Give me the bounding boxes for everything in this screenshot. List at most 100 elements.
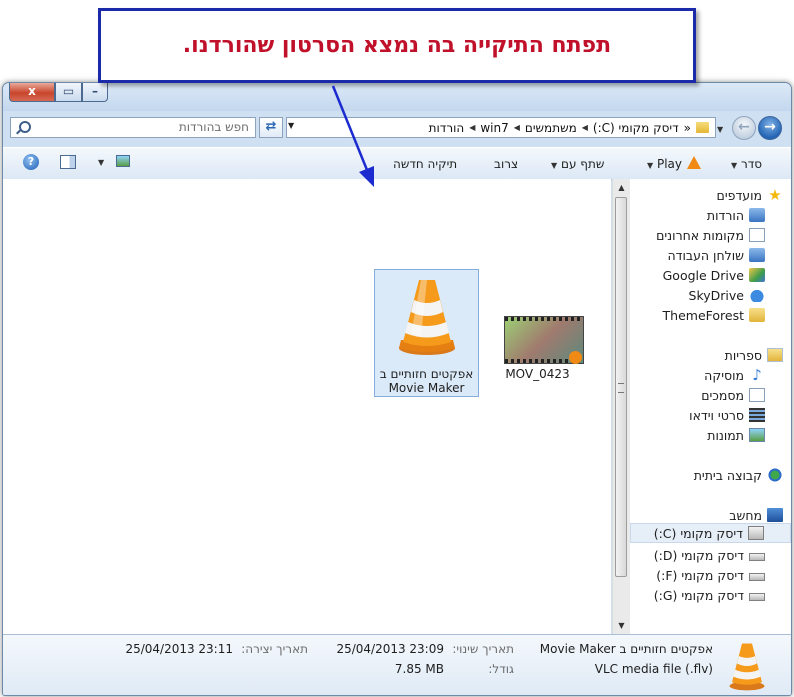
burn-button[interactable]: צרוב: [494, 157, 518, 171]
nav-label: Google Drive: [662, 267, 744, 283]
nav-favorites[interactable]: ★ מועדפים: [717, 185, 783, 205]
scroll-up-icon[interactable]: ▲: [613, 179, 630, 196]
minimize-button[interactable]: –: [82, 83, 108, 102]
organize-label: סדר: [740, 157, 763, 171]
documents-icon: [749, 388, 765, 402]
folder-icon: [696, 122, 709, 133]
details-pane: אפקטים חזותיים ב Movie Maker VLC media f…: [3, 634, 791, 695]
computer-icon: [767, 508, 783, 522]
nav-label: תמונות: [707, 427, 744, 443]
local-disk-icon: [749, 573, 765, 581]
nav-videos[interactable]: סרטי וידאו: [689, 405, 765, 425]
forward-button[interactable]: →: [758, 116, 782, 140]
explorer-window: x ▭ – → ← ▼ « דיסק מקומי (C:) ◀ משתמשים …: [2, 82, 792, 696]
pictures-icon: [749, 428, 765, 442]
file-name: אפקטים חזותיים ב Movie Maker: [379, 367, 474, 395]
folder-icon: [749, 308, 765, 322]
nav-pictures[interactable]: תמונות: [707, 425, 765, 445]
dropdown-arrow-icon: ▼: [551, 161, 558, 170]
local-disk-icon: [749, 553, 765, 561]
nav-label: SkyDrive: [688, 287, 744, 303]
dropdown-arrow-icon: ▼: [647, 161, 654, 170]
preview-pane-icon[interactable]: [60, 155, 76, 169]
nav-label: דיסק מקומי (C:): [653, 525, 743, 541]
nav-label: דיסק מקומי (F:): [656, 567, 744, 583]
vlc-cone-icon: [729, 643, 765, 691]
command-bar: ▼ סדר ▼ Play ▼ שתף עם צרוב תיקיה חדשה ▼ …: [3, 147, 791, 180]
nav-label: מסמכים: [701, 387, 744, 403]
nav-homegroup[interactable]: קבוצה ביתית: [694, 465, 783, 485]
close-button[interactable]: x: [9, 83, 55, 102]
nav-desktop[interactable]: שולחן העבודה: [667, 245, 765, 265]
refresh-button[interactable]: ⇄: [259, 117, 283, 138]
nav-google-drive[interactable]: Google Drive: [663, 265, 765, 285]
nav-libraries[interactable]: ספריות: [725, 345, 783, 365]
breadcrumb-users[interactable]: משתמשים: [525, 121, 577, 135]
nav-drive-f[interactable]: דיסק מקומי (F:): [656, 565, 765, 585]
file-item-vlc[interactable]: אפקטים חזותיים ב Movie Maker: [374, 269, 479, 397]
organize-button[interactable]: ▼ סדר: [731, 157, 762, 171]
nav-label: מועדפים: [716, 187, 762, 203]
file-list[interactable]: אפקטים חזותיים ב Movie Maker MOV_0423: [3, 179, 611, 634]
help-icon[interactable]: ?: [23, 154, 39, 170]
chevron-left-icon[interactable]: ◀: [582, 123, 588, 132]
search-icon[interactable]: [19, 121, 31, 133]
vertical-scrollbar[interactable]: ▲ ▼: [612, 179, 630, 634]
local-disk-icon: [748, 526, 764, 540]
music-icon: ♪: [752, 366, 762, 384]
play-button[interactable]: ▼ Play: [647, 157, 682, 171]
breadcrumb-c-drive[interactable]: דיסק מקומי (C:): [593, 121, 679, 135]
nav-label: דיסק מקומי (D:): [653, 547, 744, 563]
nav-skydrive[interactable]: SkyDrive: [689, 285, 765, 305]
vlc-badge-icon: [569, 351, 582, 364]
nav-drive-c[interactable]: דיסק מקומי (C:): [630, 523, 791, 543]
chevron-left-icon[interactable]: ◀: [469, 123, 475, 132]
nav-downloads[interactable]: הורדות: [707, 205, 765, 225]
nav-drive-g[interactable]: דיסק מקומי (G:): [654, 585, 765, 605]
nav-label: מוסיקה: [704, 367, 744, 383]
breadcrumb-win7[interactable]: win7: [480, 121, 508, 135]
back-button[interactable]: ←: [732, 116, 756, 140]
breadcrumb-downloads[interactable]: הורדות: [429, 121, 465, 135]
maximize-button[interactable]: ▭: [55, 83, 82, 102]
nav-music[interactable]: ♪ מוסיקה: [704, 365, 765, 385]
change-view-icon[interactable]: [116, 155, 130, 167]
nav-recent-places[interactable]: מקומות אחרונים: [656, 225, 765, 245]
nav-themeforest[interactable]: ThemeForest: [663, 305, 765, 325]
vlc-cone-icon: [399, 280, 455, 355]
file-item-video[interactable]: MOV_0423: [485, 269, 590, 397]
nav-drive-d[interactable]: דיסק מקומי (D:): [654, 545, 765, 565]
scroll-thumb[interactable]: [615, 197, 627, 577]
skydrive-icon: [749, 288, 765, 302]
view-dropdown-icon[interactable]: ▼: [98, 158, 104, 167]
star-icon: ★: [768, 186, 782, 204]
recent-places-icon: [749, 228, 765, 242]
address-row: → ← ▼ « דיסק מקומי (C:) ◀ משתמשים ◀ win7…: [3, 113, 791, 143]
chevron-left-icon[interactable]: ◀: [514, 123, 520, 132]
new-folder-button[interactable]: תיקיה חדשה: [393, 157, 457, 171]
scroll-down-icon[interactable]: ▼: [613, 617, 630, 634]
local-disk-icon: [749, 593, 765, 601]
nav-label: ספריות: [724, 347, 762, 363]
size-value: 7.85 MB: [394, 662, 444, 676]
navigation-pane: ★ מועדפים הורדות מקומות אחרונים שולחן העב…: [630, 179, 791, 634]
nav-label: שולחן העבודה: [667, 247, 744, 263]
libraries-icon: [767, 348, 783, 362]
desktop-icon: [749, 248, 765, 262]
nav-label: קבוצה ביתית: [693, 467, 762, 483]
title-bar[interactable]: x ▭ –: [3, 83, 791, 111]
address-bar[interactable]: « דיסק מקומי (C:) ◀ משתמשים ◀ win7 ◀ הור…: [286, 117, 716, 138]
recent-pages-dropdown-icon[interactable]: ▼: [717, 125, 727, 135]
nav-documents[interactable]: מסמכים: [701, 385, 765, 405]
videos-icon: [749, 408, 765, 422]
nav-computer[interactable]: מחשב: [729, 505, 783, 525]
breadcrumb-overflow[interactable]: «: [684, 121, 691, 135]
address-dropdown-icon[interactable]: ▼: [288, 121, 294, 130]
details-file-name: אפקטים חזותיים ב Movie Maker: [539, 642, 713, 656]
share-with-button[interactable]: ▼ שתף עם: [551, 157, 604, 171]
nav-label: הורדות: [706, 207, 744, 223]
nav-label: סרטי וידאו: [689, 407, 744, 423]
dropdown-arrow-icon: ▼: [731, 161, 738, 170]
search-input[interactable]: חפש בהורדות: [10, 117, 256, 138]
size-label: גודל:: [488, 662, 514, 676]
